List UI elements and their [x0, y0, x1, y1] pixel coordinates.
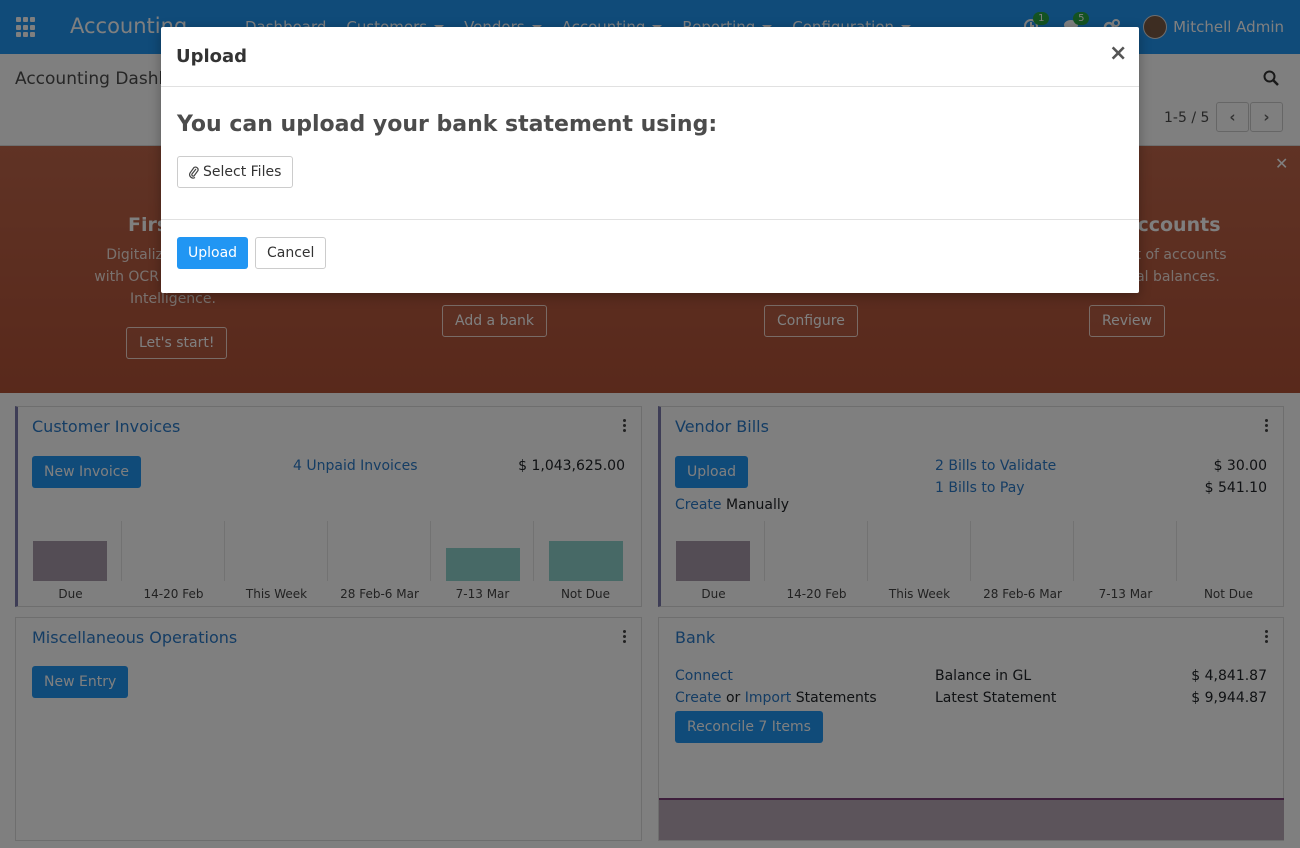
select-files-button[interactable]: Select Files [177, 156, 294, 188]
cancel-button[interactable]: Cancel [255, 237, 327, 269]
modal-footer: Upload Cancel [161, 219, 1139, 293]
modal-header: Upload × [161, 27, 1139, 87]
modal-body-title: You can upload your bank statement using… [177, 112, 718, 137]
close-icon[interactable]: × [1109, 41, 1127, 66]
upload-dialog: Upload × You can upload your bank statem… [161, 27, 1139, 293]
modal-title: Upload [176, 46, 248, 67]
select-files-label: Select Files [203, 164, 282, 180]
upload-button[interactable]: Upload [177, 237, 249, 269]
paperclip-icon [189, 166, 199, 179]
